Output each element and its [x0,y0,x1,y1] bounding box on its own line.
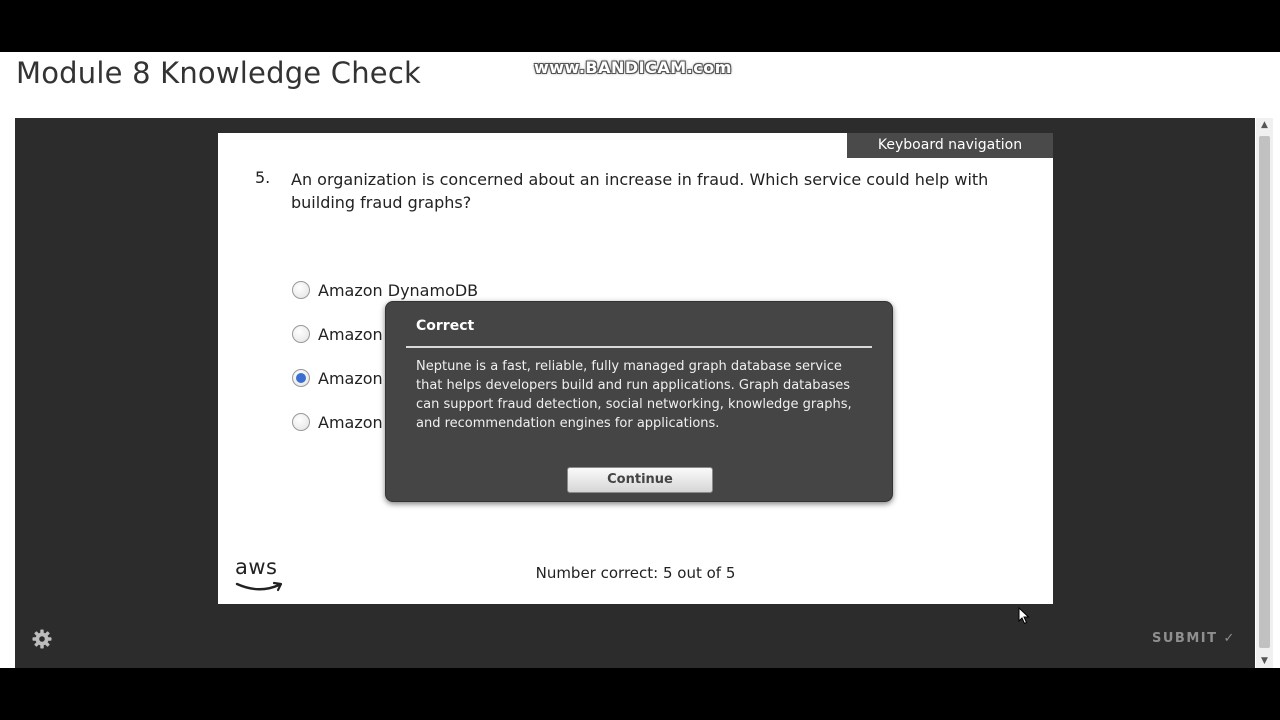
feedback-dialog: Correct Neptune is a fast, reliable, ful… [385,301,893,502]
check-icon: ✓ [1223,631,1236,646]
quiz-slide: Keyboard navigation 5. An organization i… [218,133,1053,604]
answer-option-4[interactable]: Amazon [292,410,383,434]
keyboard-navigation-button[interactable]: Keyboard navigation [847,133,1053,158]
question-text: An organization is concerned about an in… [291,170,989,212]
scroll-down-arrow-icon[interactable]: ▼ [1256,654,1273,668]
answer-option-label: Amazon DynamoDB [318,280,479,300]
submit-label: SUBMIT [1152,631,1218,646]
page-title: Module 8 Knowledge Check [16,56,421,90]
submit-button[interactable]: SUBMIT ✓ [1152,631,1236,646]
question-number: 5. [255,168,271,187]
scroll-up-arrow-icon[interactable]: ▲ [1256,118,1273,132]
radio-button[interactable] [292,325,310,343]
mouse-cursor-icon [1018,607,1030,625]
answer-option-label: Amazon [318,412,383,432]
letterbox-top [0,0,1280,52]
gear-icon[interactable] [32,629,52,649]
score-text: Number correct: 5 out of 5 [535,564,736,582]
course-player: Keyboard navigation 5. An organization i… [15,118,1255,668]
answer-option-label: Amazon [318,324,383,344]
aws-smile-icon [235,581,283,592]
recording-watermark: www.BANDICAM.com [534,58,732,77]
page: Module 8 Knowledge Check www.BANDICAM.co… [0,52,1280,668]
feedback-title: Correct [416,318,475,334]
continue-button[interactable]: Continue [567,467,713,493]
radio-button[interactable] [292,413,310,431]
answer-option-3[interactable]: Amazon [292,366,383,390]
answer-option-label: Amazon [318,368,383,388]
divider [406,346,872,348]
vertical-scrollbar[interactable]: ▲ ▼ [1256,118,1273,668]
answer-option-2[interactable]: Amazon [292,322,383,346]
letterbox-bottom [0,668,1280,720]
answer-option-1[interactable]: Amazon DynamoDB [292,278,478,302]
scrollbar-thumb[interactable] [1259,136,1270,648]
feedback-body: Neptune is a fast, reliable, fully manag… [416,359,852,431]
radio-button-selected[interactable] [292,369,310,387]
radio-button[interactable] [292,281,310,299]
